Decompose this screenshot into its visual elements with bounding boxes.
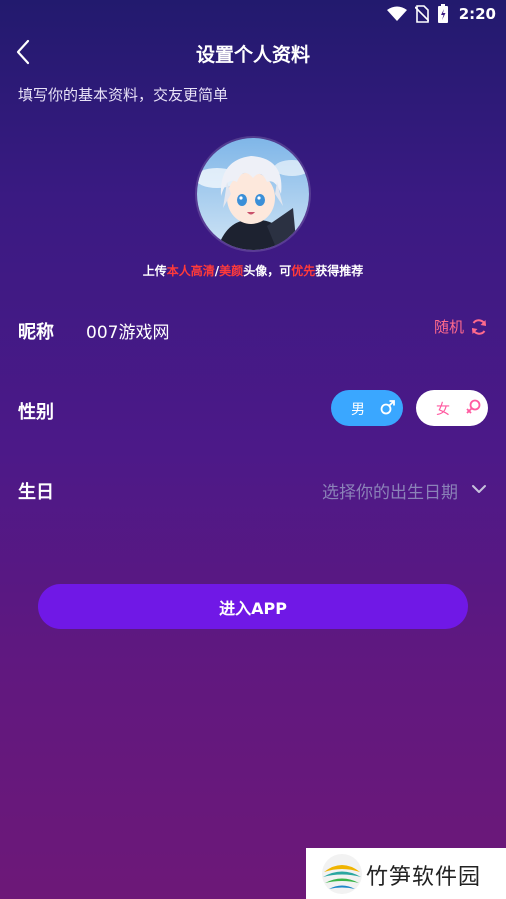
gender-label: 性别 [18,402,54,423]
hint-highlight: 美颜 [219,264,244,278]
hint-text: 获得推荐 [315,264,364,278]
no-sim-icon [414,5,429,23]
status-icons: 2:20 [386,4,496,24]
enter-app-button[interactable]: 进入APP [38,584,468,629]
watermark: 竹笋软件园 [306,848,506,899]
hint-highlight: 本人高清 [166,264,215,278]
nickname-label: 昵称 [18,322,54,343]
watermark-text: 竹笋软件园 [366,865,482,890]
hint-text: 上传 [142,264,167,278]
avatar-hint: 上传本人高清/美颜头像，可优先获得推荐 [0,262,506,279]
gender-male-button[interactable]: 男 [331,390,403,426]
female-label: 女 [436,402,450,418]
page-title: 设置个人资料 [195,44,310,66]
avatar-image [197,138,309,250]
battery-icon [437,4,448,23]
random-label: 随机 [433,318,464,336]
nav-bar: 设置个人资料 [0,28,506,76]
male-symbol-icon [380,400,395,415]
nickname-input[interactable]: 007游戏网 [86,318,169,343]
random-nickname-button[interactable]: 随机 [434,316,488,337]
birthday-picker[interactable]: 选择你的出生日期 [322,478,458,503]
hint-highlight: 优先 [291,264,316,278]
gender-female-button[interactable]: 女 [416,390,488,426]
birthday-label: 生日 [18,482,54,503]
bamboo-logo-icon [322,854,362,894]
avatar-upload[interactable] [197,138,309,250]
status-bar: 2:20 [0,0,506,28]
clock: 2:20 [458,5,496,23]
refresh-icon [472,318,486,335]
female-symbol-icon [466,399,481,414]
page-subtitle: 填写你的基本资料，交友更简单 [18,86,229,104]
chevron-down-icon[interactable] [470,480,488,498]
male-label: 男 [351,402,365,418]
hint-text: 头像，可 [243,264,292,278]
wifi-icon [386,6,407,21]
